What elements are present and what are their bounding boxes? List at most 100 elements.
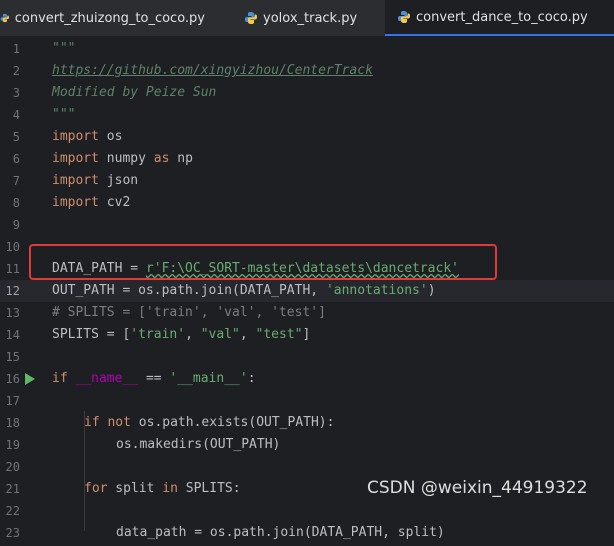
code-text: data_path = os.path.join(DATA_PATH, spli… <box>116 525 445 540</box>
tab-label: convert_zhuizong_to_coco.py <box>14 10 205 26</box>
code-line-13[interactable]: 13 # SPLITS = ['train', 'val', 'test'] <box>0 302 614 324</box>
line-number: 10 <box>5 240 20 254</box>
docstring-link[interactable]: https://github.com/xingyizhou/CenterTrac… <box>52 60 373 82</box>
code-text: if __name__ == '__main__': <box>52 368 256 390</box>
code-text: ] <box>302 327 311 342</box>
line-number: 1 <box>12 42 20 56</box>
code-text: : <box>247 371 256 386</box>
line-number: 22 <box>5 504 20 518</box>
code-text: json <box>98 173 139 188</box>
code-line-15[interactable]: 15 <box>0 346 614 368</box>
line-number: 3 <box>12 86 20 100</box>
line-number: 16 <box>5 372 20 386</box>
code-line-20[interactable]: 20 <box>0 456 614 478</box>
code-editor[interactable]: 1 """ 2 https://github.com/xingyizhou/Ce… <box>0 37 614 546</box>
code-line-4[interactable]: 4 """ <box>0 104 614 126</box>
string-literal: '__main__' <box>169 371 248 386</box>
tab-convert-zhuizong[interactable]: convert_zhuizong_to_coco.py <box>0 0 215 36</box>
line-number: 21 <box>5 482 20 496</box>
python-file-icon <box>0 13 10 23</box>
code-line-1[interactable]: 1 """ <box>0 38 614 60</box>
code-text: OUT_PATH = os.path.join(DATA_PATH, <box>52 283 326 298</box>
code-text: for split in SPLITS: <box>84 478 241 500</box>
line-number: 18 <box>5 416 20 430</box>
code-line-23[interactable]: 23 data_path = os.path.join(DATA_PATH, s… <box>0 522 614 544</box>
line-number: 5 <box>12 130 20 144</box>
code-text: OUT_PATH = os.path.join(DATA_PATH, 'anno… <box>52 280 436 302</box>
code-text: cv2 <box>98 195 131 210</box>
code-line-14[interactable]: 14 SPLITS = ['train', "val", "test"] <box>0 324 614 346</box>
line-number: 15 <box>5 350 20 364</box>
code-text: numpy <box>98 151 154 166</box>
annotation-highlight-box <box>29 244 497 280</box>
code-text: """ <box>52 107 76 122</box>
line-number: 20 <box>5 460 20 474</box>
comment: # SPLITS = ['train', 'val', 'test'] <box>52 305 326 320</box>
string-literal: 'train' <box>130 327 186 342</box>
line-number: 12 <box>5 284 20 298</box>
code-line-8[interactable]: 8 import cv2 <box>0 192 614 214</box>
line-number: 2 <box>12 64 20 78</box>
line-number: 8 <box>12 196 20 210</box>
line-number: 7 <box>12 174 20 188</box>
code-text: np <box>169 151 193 166</box>
line-number: 13 <box>5 306 20 320</box>
code-text: os <box>98 129 123 144</box>
keyword: in <box>162 481 178 496</box>
code-text: , <box>185 327 201 342</box>
line-number: 4 <box>12 108 20 122</box>
line-number: 19 <box>5 438 20 452</box>
line-number: 6 <box>12 152 20 166</box>
code-text: SPLITS: <box>177 481 241 496</box>
keyword: if <box>52 371 68 386</box>
code-line-18[interactable]: 18 if not os.path.exists(OUT_PATH): <box>0 412 614 434</box>
code-line-3[interactable]: 3 Modified by Peize Sun <box>0 82 614 104</box>
code-text: """ <box>52 41 76 56</box>
code-text: == <box>145 371 170 386</box>
line-number: 14 <box>5 328 20 342</box>
line-number: 17 <box>5 394 20 408</box>
code-text: os.path.exists(OUT_PATH): <box>130 415 335 430</box>
code-text: os.makedirs(OUT_PATH) <box>116 437 281 452</box>
code-text: SPLITS = [ <box>52 327 131 342</box>
keyword: import <box>52 173 99 188</box>
keyword: for <box>84 481 108 496</box>
code-text: import os <box>52 126 122 148</box>
tab-convert-dance[interactable]: convert_dance_to_coco.py <box>385 0 614 36</box>
tab-yolox-track[interactable]: yolox_track.py <box>244 0 384 36</box>
string-literal: 'annotations' <box>325 283 428 298</box>
code-text: if not os.path.exists(OUT_PATH): <box>84 412 334 434</box>
code-line-9[interactable]: 9 <box>0 214 614 236</box>
code-line-22[interactable]: 22 <box>0 500 614 522</box>
code-text: , <box>239 327 256 342</box>
code-line-17[interactable]: 17 <box>0 390 614 412</box>
code-line-5[interactable]: 5 import os <box>0 126 614 148</box>
keyword: import <box>52 151 99 166</box>
watermark: CSDN @weixin_44919322 <box>367 478 588 498</box>
keyword: import <box>52 129 99 144</box>
string-literal: "val" <box>200 327 240 342</box>
python-file-icon <box>398 11 410 23</box>
code-text: split <box>107 481 163 496</box>
code-line-7[interactable]: 7 import json <box>0 170 614 192</box>
code-line-2[interactable]: 2 https://github.com/xingyizhou/CenterTr… <box>0 60 614 82</box>
code-text: import numpy as np <box>52 148 193 170</box>
editor-tab-bar: convert_zhuizong_to_coco.py yolox_track.… <box>0 0 614 37</box>
tab-label: convert_dance_to_coco.py <box>416 9 588 25</box>
code-text: ) <box>427 283 436 298</box>
tab-label: yolox_track.py <box>263 10 358 26</box>
code-line-19[interactable]: 19 os.makedirs(OUT_PATH) <box>0 434 614 456</box>
python-file-icon <box>245 12 257 24</box>
line-number: 11 <box>5 262 20 276</box>
run-icon[interactable] <box>25 373 35 385</box>
code-line-12[interactable]: 12 OUT_PATH = os.path.join(DATA_PATH, 'a… <box>0 280 614 302</box>
code-line-16[interactable]: 16 if __name__ == '__main__': <box>0 368 614 390</box>
code-text: Modified by Peize Sun <box>52 85 217 100</box>
code-text: import json <box>52 170 138 192</box>
code-text: SPLITS = ['train', "val", "test"] <box>52 324 310 346</box>
keyword: as <box>153 151 170 166</box>
string-literal: "test" <box>255 327 303 342</box>
keyword: import <box>52 195 99 210</box>
line-number: 23 <box>5 526 20 540</box>
code-line-6[interactable]: 6 import numpy as np <box>0 148 614 170</box>
